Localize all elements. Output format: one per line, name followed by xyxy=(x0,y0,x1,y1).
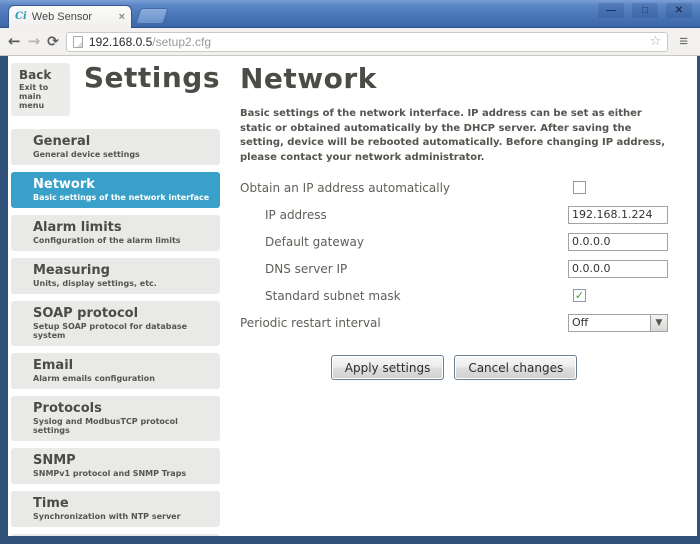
settings-title: Settings xyxy=(84,61,220,94)
forward-icon: → xyxy=(28,34,41,49)
url-path: /setup2.cfg xyxy=(152,35,211,49)
chevron-down-icon: ▼ xyxy=(650,315,667,331)
sidebar-header: Back Exit to main menu Settings xyxy=(11,63,220,116)
sidebar-item-label: Measuring xyxy=(33,263,210,278)
form-row-dns-server: DNS server IP xyxy=(240,255,668,282)
bookmark-star-icon[interactable]: ☆ xyxy=(650,35,662,48)
sidebar-item-measuring[interactable]: Measuring Units, display settings, etc. xyxy=(11,258,220,294)
tab-title: Web Sensor xyxy=(32,12,114,23)
sidebar-item-desc: SNMPv1 protocol and SNMP Traps xyxy=(33,469,210,478)
subnet-mask-label: Standard subnet mask xyxy=(240,289,401,303)
ip-address-field[interactable] xyxy=(568,206,668,224)
title-bar: Ci Web Sensor × — □ ✕ xyxy=(0,0,700,28)
form-row-ip-address: IP address xyxy=(240,201,668,228)
default-gateway-field[interactable] xyxy=(568,233,668,251)
window-controls: — □ ✕ xyxy=(598,3,692,18)
form-row-obtain-ip: Obtain an IP address automatically xyxy=(240,174,668,201)
sidebar-item-label: Time xyxy=(33,496,210,511)
sidebar-item-desc: General device settings xyxy=(33,150,210,159)
restart-interval-value: Off xyxy=(569,316,650,329)
back-icon[interactable]: ← xyxy=(8,34,21,49)
cancel-changes-button[interactable]: Cancel changes xyxy=(454,355,577,380)
default-gateway-label: Default gateway xyxy=(240,235,364,249)
back-label: Back xyxy=(19,68,62,82)
sidebar-item-label: Alarm limits xyxy=(33,220,210,235)
web-sensor-page: Back Exit to main menu Settings General … xyxy=(8,56,697,536)
sidebar-item-label: Protocols xyxy=(33,401,210,416)
page-title: Network xyxy=(240,62,668,95)
sidebar-item-desc: Configuration of the alarm limits xyxy=(33,236,210,245)
sidebar-item-desc: Units, display settings, etc. xyxy=(33,279,210,288)
form-row-restart-interval: Periodic restart interval Off ▼ xyxy=(240,309,668,336)
sidebar-item-desc: Setup SOAP protocol for database system xyxy=(33,322,210,340)
page-viewport: Back Exit to main menu Settings General … xyxy=(0,56,700,544)
sidebar-item-desc: Syslog and ModbusTCP protocol settings xyxy=(33,417,210,435)
browser-tab[interactable]: Ci Web Sensor × xyxy=(8,5,132,28)
menu-icon[interactable]: ≡ xyxy=(675,34,692,49)
sidebar-item-soap-protocol[interactable]: SOAP protocol Setup SOAP protocol for da… xyxy=(11,301,220,346)
sidebar-item-label: Network xyxy=(33,177,210,192)
sidebar-item-label: SOAP protocol xyxy=(33,306,210,321)
sidebar-item-protocols[interactable]: Protocols Syslog and ModbusTCP protocol … xyxy=(11,396,220,441)
favicon-icon: Ci xyxy=(15,12,27,22)
url-host: 192.168.0.5 xyxy=(89,35,152,49)
network-form: Obtain an IP address automatically IP ad… xyxy=(240,174,668,336)
close-button[interactable]: ✕ xyxy=(666,3,692,18)
minimize-button[interactable]: — xyxy=(598,3,624,18)
browser-toolbar: ← → ⟳ 192.168.0.5/setup2.cfg ☆ ≡ xyxy=(0,28,700,56)
restart-interval-label: Periodic restart interval xyxy=(240,316,381,330)
form-row-subnet-mask: Standard subnet mask ✓ xyxy=(240,282,668,309)
sidebar-item-label: Email xyxy=(33,358,210,373)
apply-settings-button[interactable]: Apply settings xyxy=(331,355,445,380)
subnet-mask-checkbox[interactable]: ✓ xyxy=(573,289,586,302)
refresh-icon[interactable]: ⟳ xyxy=(47,35,59,49)
sidebar-item-www-security[interactable]: WWW and Security Web server and Security… xyxy=(11,534,220,536)
sidebar-item-desc: Basic settings of the network interface xyxy=(33,193,210,202)
back-nav-button[interactable]: Back Exit to main menu xyxy=(11,63,70,116)
dns-server-field[interactable] xyxy=(568,260,668,278)
sidebar-item-alarm-limits[interactable]: Alarm limits Configuration of the alarm … xyxy=(11,215,220,251)
sidebar-item-desc: Synchronization with NTP server xyxy=(33,512,210,521)
sidebar-item-snmp[interactable]: SNMP SNMPv1 protocol and SNMP Traps xyxy=(11,448,220,484)
page-icon xyxy=(73,36,83,48)
network-settings-panel: Network Basic settings of the network in… xyxy=(240,62,668,380)
dns-server-label: DNS server IP xyxy=(240,262,347,276)
maximize-button[interactable]: □ xyxy=(632,3,658,18)
sidebar-item-time[interactable]: Time Synchronization with NTP server xyxy=(11,491,220,527)
url-text: 192.168.0.5/setup2.cfg xyxy=(89,36,211,48)
sidebar-item-general[interactable]: General General device settings xyxy=(11,129,220,165)
ip-address-label: IP address xyxy=(240,208,327,222)
form-actions: Apply settings Cancel changes xyxy=(240,355,668,380)
obtain-ip-checkbox[interactable] xyxy=(573,181,586,194)
page-description: Basic settings of the network interface.… xyxy=(240,107,668,165)
sidebar-item-desc: Alarm emails configuration xyxy=(33,374,210,383)
sidebar-menu: General General device settings Network … xyxy=(11,129,220,536)
new-tab-button[interactable] xyxy=(135,8,168,24)
address-bar[interactable]: 192.168.0.5/setup2.cfg ☆ xyxy=(66,32,668,52)
sidebar-item-email[interactable]: Email Alarm emails configuration xyxy=(11,353,220,389)
obtain-ip-label: Obtain an IP address automatically xyxy=(240,181,450,195)
sidebar-item-network[interactable]: Network Basic settings of the network in… xyxy=(11,172,220,208)
back-sublabel: Exit to main menu xyxy=(19,83,62,110)
tab-close-icon[interactable]: × xyxy=(119,12,125,23)
sidebar-item-label: SNMP xyxy=(33,453,210,468)
settings-sidebar: Back Exit to main menu Settings General … xyxy=(11,63,220,536)
browser-window: Ci Web Sensor × — □ ✕ ← → ⟳ 192.168.0.5/… xyxy=(0,0,700,544)
restart-interval-select[interactable]: Off ▼ xyxy=(568,314,668,332)
form-row-default-gateway: Default gateway xyxy=(240,228,668,255)
sidebar-item-label: General xyxy=(33,134,210,149)
